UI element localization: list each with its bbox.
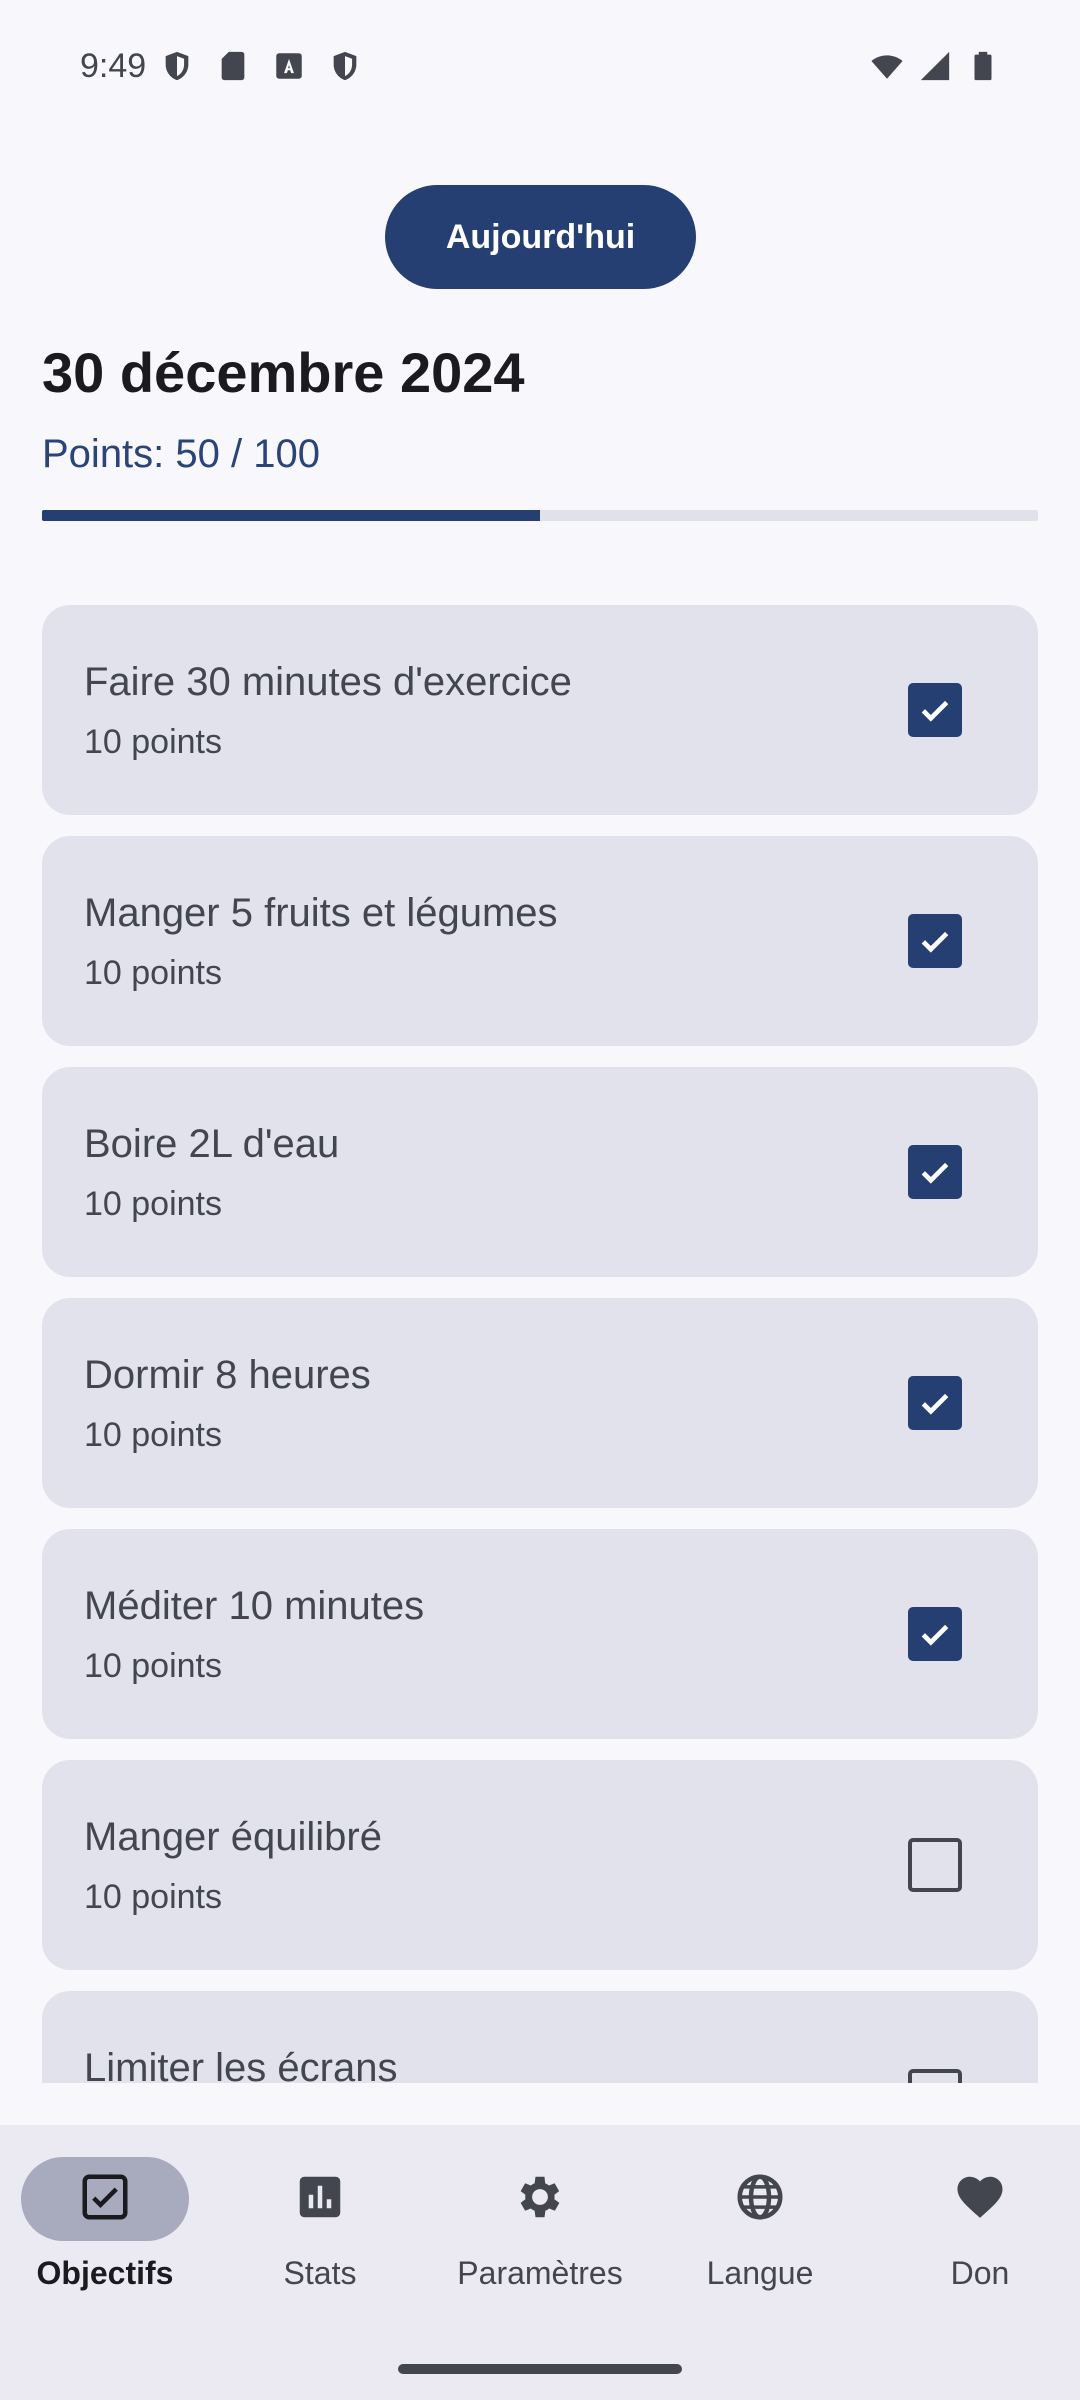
goal-checkbox[interactable] <box>908 1145 962 1199</box>
signal-icon <box>918 49 952 83</box>
checkbox-icon <box>78 2170 132 2229</box>
goal-title: Faire 30 minutes d'exercice <box>84 660 572 704</box>
nav-item-stats[interactable]: Stats <box>215 2157 425 2307</box>
sd-card-icon <box>216 49 250 83</box>
heart-icon <box>953 2170 1007 2229</box>
goal-card[interactable]: Dormir 8 heures 10 points <box>42 1298 1038 1508</box>
nav-item-parametres[interactable]: Paramètres <box>435 2157 645 2307</box>
nav-pill <box>456 2157 624 2241</box>
goal-checkbox[interactable] <box>908 914 962 968</box>
goal-points: 10 points <box>84 1878 222 1916</box>
goal-title: Méditer 10 minutes <box>84 1584 425 1628</box>
nav-pill <box>896 2157 1064 2241</box>
points-label: Points: 50 / 100 <box>42 432 320 476</box>
goal-points: 10 points <box>84 1647 222 1685</box>
check-icon <box>921 1393 949 1415</box>
battery-icon <box>966 49 1000 83</box>
check-icon <box>921 1162 949 1184</box>
date-title: 30 décembre 2024 <box>42 341 525 404</box>
nav-pill <box>21 2157 189 2241</box>
today-button[interactable]: Aujourd'hui <box>385 185 696 289</box>
points-progress-fill <box>42 510 540 521</box>
status-time: 9:49 <box>80 46 147 85</box>
goal-card[interactable]: Faire 30 minutes d'exercice 10 points <box>42 605 1038 815</box>
goal-card[interactable]: Manger 5 fruits et légumes 10 points <box>42 836 1038 1046</box>
globe-icon <box>733 2170 787 2229</box>
status-icons-left <box>160 49 362 83</box>
goal-title: Limiter les écrans <box>84 2046 398 2083</box>
points-progress-bar <box>42 510 1038 521</box>
goal-points: 10 points <box>84 954 222 992</box>
nav-label: Don <box>950 2255 1010 2291</box>
goal-title: Manger 5 fruits et légumes <box>84 891 558 935</box>
home-indicator[interactable] <box>398 2364 682 2374</box>
nav-label: Paramètres <box>457 2255 623 2291</box>
goal-points: 10 points <box>84 1416 222 1454</box>
nav-label: Langue <box>706 2255 814 2291</box>
bottom-navigation: Objectifs Stats Paramètres Langue Don <box>0 2125 1080 2400</box>
nav-pill <box>236 2157 404 2241</box>
goal-checkbox[interactable] <box>908 2069 962 2083</box>
nav-item-langue[interactable]: Langue <box>655 2157 865 2307</box>
shield-icon <box>160 49 194 83</box>
goal-card[interactable]: Limiter les écrans10 points <box>42 1991 1038 2083</box>
nav-pill <box>676 2157 844 2241</box>
wifi-icon <box>870 49 904 83</box>
goal-title: Manger équilibré <box>84 1815 382 1859</box>
goal-checkbox[interactable] <box>908 1838 962 1892</box>
goal-title: Dormir 8 heures <box>84 1353 371 1397</box>
goal-points: 10 points <box>84 1185 222 1223</box>
goal-points: 10 points <box>84 723 222 761</box>
status-icons-right <box>870 49 1000 83</box>
status-bar: 9:49 <box>0 0 1080 132</box>
goal-title: Boire 2L d'eau <box>84 1122 340 1166</box>
gear-icon <box>513 2170 567 2229</box>
goal-checkbox[interactable] <box>908 683 962 737</box>
shield-icon <box>328 49 362 83</box>
nav-label: Objectifs <box>36 2255 174 2291</box>
font-icon <box>272 49 306 83</box>
nav-label: Stats <box>283 2255 357 2291</box>
goal-card[interactable]: Manger équilibré 10 points <box>42 1760 1038 1970</box>
check-icon <box>921 1624 949 1646</box>
check-icon <box>921 931 949 953</box>
goal-checkbox[interactable] <box>908 1607 962 1661</box>
check-icon <box>921 700 949 722</box>
goal-card[interactable]: Méditer 10 minutes 10 points <box>42 1529 1038 1739</box>
bar-chart-icon <box>293 2170 347 2229</box>
nav-item-don[interactable]: Don <box>875 2157 1080 2307</box>
goal-card[interactable]: Boire 2L d'eau 10 points <box>42 1067 1038 1277</box>
goal-list[interactable]: Faire 30 minutes d'exercice 10 points Mang… <box>42 605 1038 2083</box>
goal-checkbox[interactable] <box>908 1376 962 1430</box>
nav-item-objectifs[interactable]: Objectifs <box>0 2157 210 2307</box>
